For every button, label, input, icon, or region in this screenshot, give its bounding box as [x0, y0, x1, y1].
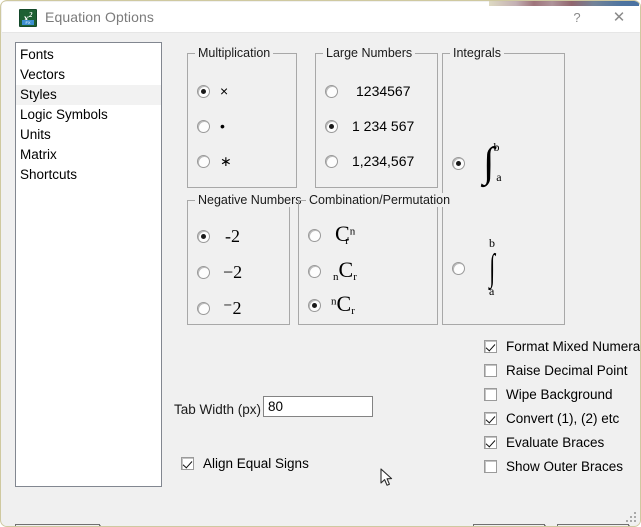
category-item-logic-symbols[interactable]: Logic Symbols [16, 105, 161, 125]
radio-indicator [452, 261, 465, 275]
radio-integral-side-limits[interactable]: ∫ b a [452, 140, 502, 186]
radio-label: 1234567 [356, 83, 411, 99]
radio-indicator [197, 119, 210, 133]
equation-options-dialog: x2 FX Equation Options ? ✕ Fonts Vectors… [0, 0, 641, 527]
radio-label: ⁻2 [223, 298, 242, 318]
multiplication-legend: Multiplication [195, 46, 274, 60]
integral-slanted-glyph: ∫ b a [483, 140, 502, 186]
checkbox-align-equal-signs[interactable]: Align Equal Signs [181, 456, 309, 471]
radio-integral-stacked-limits[interactable]: ∫ b a [452, 236, 497, 298]
radio-multiplication-times[interactable]: × [197, 83, 228, 99]
checkbox-show-outer-braces[interactable]: Show Outer Braces [484, 459, 623, 474]
dialog-client-area: Fonts Vectors Styles Logic Symbols Units… [2, 33, 641, 526]
checkbox-label: Align Equal Signs [203, 456, 309, 471]
equation-app-icon: x2 FX [19, 9, 37, 27]
large-numbers-groupbox: Large Numbers 1234567 1 234 567 1,234,56… [315, 46, 438, 188]
checkbox-format-mixed-numerals[interactable]: Format Mixed Numerals [484, 339, 641, 354]
resize-grip[interactable] [625, 511, 637, 523]
checkbox-indicator [181, 457, 194, 470]
radio-label: ∗ [220, 153, 232, 169]
checkbox-evaluate-braces[interactable]: Evaluate Braces [484, 435, 604, 450]
integrals-legend: Integrals [450, 46, 504, 60]
integral-upright-glyph: ∫ b a [489, 236, 496, 298]
radio-comb-c-sup-n-sub-r[interactable]: Cnr [308, 221, 356, 248]
combination-permutation-legend: Combination/Permutation [306, 193, 454, 207]
category-item-matrix[interactable]: Matrix [16, 145, 161, 165]
integral-lower-limit: a [489, 284, 495, 298]
radio-label-glyph: Cnr [335, 221, 356, 248]
radio-large-numbers-comma[interactable]: 1,234,567 [325, 153, 414, 169]
checkbox-raise-decimal-point[interactable]: Raise Decimal Point [484, 363, 628, 378]
radio-negative-minus[interactable]: −2 [197, 262, 242, 283]
radio-label-glyph: nCr [333, 257, 357, 284]
radio-indicator [197, 266, 210, 279]
radio-label: • [220, 118, 225, 134]
radio-indicator [308, 298, 321, 312]
category-item-vectors[interactable]: Vectors [16, 65, 161, 85]
radio-label-glyph: nCr [331, 291, 355, 318]
checkbox-indicator [484, 364, 497, 377]
combination-permutation-groupbox: Combination/Permutation Cnr nCr nCr [298, 193, 454, 325]
tab-width-label: Tab Width (px) [174, 402, 262, 417]
checkbox-indicator [484, 460, 497, 473]
checkbox-indicator [484, 436, 497, 449]
integral-lower-limit: a [496, 170, 502, 184]
title-bar: x2 FX Equation Options ? ✕ [2, 2, 640, 33]
tab-width-input[interactable] [263, 396, 373, 417]
radio-indicator [452, 156, 465, 170]
radio-indicator [308, 228, 321, 242]
category-item-fonts[interactable]: Fonts [16, 45, 161, 65]
radio-indicator [197, 155, 210, 168]
help-button[interactable]: ? [562, 6, 592, 30]
negative-numbers-groupbox: Negative Numbers -2 −2 ⁻2 [187, 193, 305, 325]
radio-indicator [325, 119, 338, 133]
checkbox-label: Raise Decimal Point [506, 363, 628, 378]
checkbox-label: Evaluate Braces [506, 435, 605, 450]
integral-upper-limit: b [489, 236, 495, 250]
close-icon[interactable]: ✕ [604, 6, 634, 30]
radio-indicator [325, 154, 338, 168]
radio-label: 1,234,567 [352, 153, 415, 169]
radio-negative-superscript[interactable]: ⁻2 [197, 298, 242, 319]
large-numbers-legend: Large Numbers [323, 46, 416, 60]
radio-label: −2 [223, 262, 243, 282]
checkbox-label: Convert (1), (2) etc [506, 411, 620, 426]
radio-indicator [197, 84, 210, 98]
category-item-shortcuts[interactable]: Shortcuts [16, 165, 161, 185]
checkbox-wipe-background[interactable]: Wipe Background [484, 387, 613, 402]
radio-comb-sup-n-c-sub-r[interactable]: nCr [308, 291, 355, 318]
checkbox-label: Wipe Background [506, 387, 613, 402]
checkbox-indicator [484, 412, 497, 425]
category-listbox[interactable]: Fonts Vectors Styles Logic Symbols Units… [15, 42, 162, 487]
checkbox-label: Format Mixed Numerals [506, 339, 641, 354]
background-window-sliver [489, 1, 639, 6]
checkbox-indicator [484, 340, 497, 353]
checkbox-label: Show Outer Braces [506, 459, 624, 474]
radio-large-numbers-spaced[interactable]: 1 234 567 [325, 118, 414, 134]
radio-indicator [308, 264, 321, 278]
integrals-groupbox: Integrals ∫ b a ∫ b a [442, 46, 565, 325]
checkbox-indicator [484, 388, 497, 401]
radio-multiplication-dot[interactable]: • [197, 118, 225, 134]
category-item-units[interactable]: Units [16, 125, 161, 145]
radio-label: × [220, 83, 229, 99]
radio-large-numbers-plain[interactable]: 1234567 [325, 83, 411, 99]
radio-multiplication-asterisk[interactable]: ∗ [197, 153, 232, 170]
radio-label: 1 234 567 [352, 118, 415, 134]
checkbox-convert-parenthesized-numbers[interactable]: Convert (1), (2) etc [484, 411, 619, 426]
window-title: Equation Options [45, 9, 155, 25]
multiplication-groupbox: Multiplication × • ∗ [187, 46, 297, 188]
radio-negative-hyphen[interactable]: -2 [197, 226, 240, 247]
radio-indicator [197, 302, 210, 315]
negative-numbers-legend: Negative Numbers [195, 193, 305, 207]
category-item-styles[interactable]: Styles [16, 85, 161, 105]
integral-upper-limit: b [493, 140, 500, 154]
radio-label: -2 [225, 226, 240, 246]
radio-comb-sub-n-c-sub-r[interactable]: nCr [308, 257, 357, 284]
radio-indicator [197, 230, 210, 243]
radio-indicator [325, 84, 338, 98]
